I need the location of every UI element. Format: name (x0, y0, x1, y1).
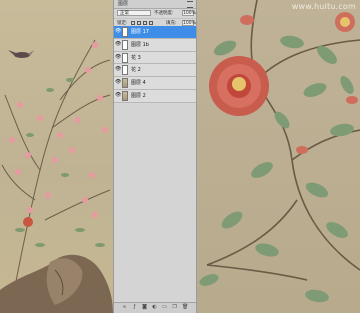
visibility-eye-icon[interactable]: 👁 (115, 29, 121, 34)
layers-panel-footer: ∞ ƒ ◙ ◐ ▭ ❐ 🗑 (114, 302, 196, 313)
link-icon[interactable]: ∞ (122, 305, 127, 310)
opacity-label: 不透明度: (154, 11, 174, 16)
new-layer-icon[interactable]: ❐ (172, 305, 177, 310)
artwork-left-panel (0, 0, 113, 313)
visibility-eye-icon[interactable]: 👁 (115, 80, 121, 85)
layer-name: 图层 2 (131, 92, 146, 99)
visibility-eye-icon[interactable]: 👁 (115, 54, 121, 60)
layer-row[interactable]: 👁 图层 2 (114, 89, 196, 103)
layer-thumbnail (122, 27, 128, 37)
layer-thumbnail (122, 78, 128, 89)
layer-thumbnail (122, 90, 128, 101)
layer-thumbnail (122, 65, 128, 76)
folder-icon[interactable]: ▭ (162, 305, 167, 310)
artwork-right-panel: www.huitu.com (197, 0, 360, 313)
blend-opacity-row: 正常 不透明度: 100% (114, 9, 196, 19)
floral-artwork-left (0, 39, 113, 313)
lock-position-icon[interactable] (143, 21, 147, 25)
layer-name: 图层 4 (131, 80, 146, 87)
layer-row[interactable]: 👁 图层 1b (114, 38, 196, 52)
layer-name: 花 2 (131, 67, 141, 74)
blend-mode-select[interactable]: 正常 (117, 10, 151, 16)
tab-layers[interactable]: 图层 (118, 0, 128, 8)
trash-icon[interactable]: 🗑 (182, 305, 188, 310)
visibility-eye-icon[interactable]: 👁 (115, 67, 121, 72)
mask-icon[interactable]: ◙ (142, 305, 147, 310)
layer-thumbnail (122, 52, 128, 63)
camellia-flower (209, 56, 269, 116)
layer-name: 图层 17 (131, 29, 149, 35)
layer-name: 图层 1b (131, 41, 149, 48)
layer-row[interactable]: 👁 花 3 (114, 51, 196, 65)
layer-name: 花 3 (131, 54, 141, 61)
visibility-eye-icon[interactable]: 👁 (115, 41, 121, 47)
watermark-text: www.huitu.com (291, 2, 356, 11)
opacity-input[interactable]: 100% (182, 10, 196, 16)
layers-panel-tabbar: 图层 (114, 0, 196, 9)
layer-row[interactable]: 👁 图层 17 (114, 26, 196, 39)
lock-transparency-icon[interactable] (131, 21, 135, 25)
layer-row[interactable]: 👁 图层 4 (114, 77, 196, 90)
lock-pixels-icon[interactable] (137, 21, 141, 25)
adjustment-icon[interactable]: ◐ (152, 305, 157, 310)
panel-menu-icon[interactable] (187, 1, 193, 8)
fx-icon[interactable]: ƒ (132, 305, 137, 310)
layer-list-empty-area (114, 104, 196, 303)
layer-list: 👁 图层 17 👁 图层 1b 👁 花 3 👁 花 2 👁 图层 4 👁 图层 … (114, 26, 196, 103)
visibility-eye-icon[interactable]: 👁 (115, 92, 121, 98)
layers-panel[interactable]: 图层 正常 不透明度: 100% 锁定: 填充: 100% 👁 图层 17 👁 … (113, 0, 197, 313)
small-flower (335, 12, 355, 32)
floral-artwork-right (199, 0, 360, 303)
layer-row[interactable]: 👁 花 2 (114, 64, 196, 78)
layer-thumbnail (122, 39, 128, 50)
lock-all-icon[interactable] (149, 21, 153, 25)
bird-illustration (8, 50, 34, 58)
